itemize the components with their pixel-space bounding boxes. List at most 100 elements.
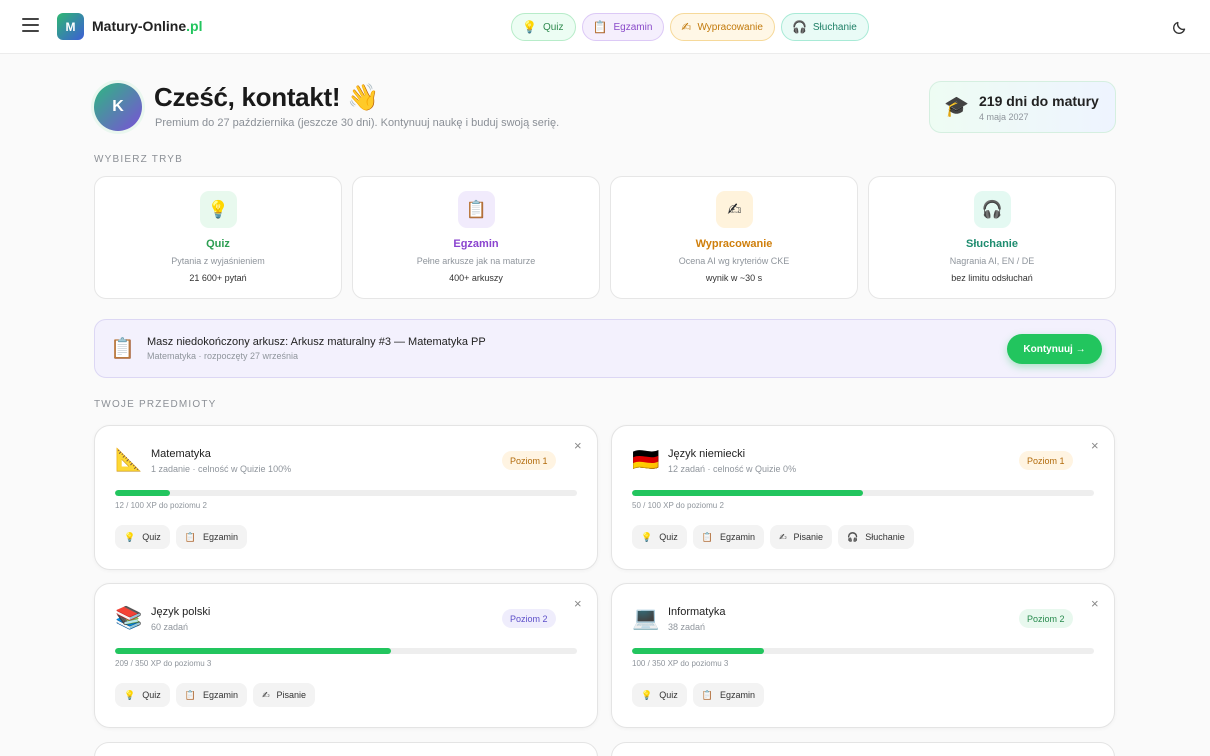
nav-wypracowanie-button[interactable]: ✍ Wypracowanie	[670, 13, 775, 41]
xp-progress-bar	[632, 648, 1094, 654]
dark-mode-moon-icon[interactable]	[1172, 19, 1188, 35]
mode-description: Ocena AI wg kryteriów CKE	[678, 256, 790, 266]
top-bar: M Matury-Online.pl 💡 Quiz 📋 Egzamin ✍ Wypra…	[0, 0, 1210, 54]
menu-icon[interactable]	[22, 18, 39, 34]
chip-label: Słuchanie	[865, 532, 905, 542]
subject-egzamin-button[interactable]: 📋 Egzamin	[175, 683, 247, 707]
subject-card-jezyk-niemiecki[interactable]: 🇩🇪 Język niemiecki 12 zadań · celność w …	[611, 425, 1115, 570]
banner-subtitle: Matematyka · rozpoczęty 27 września	[147, 351, 299, 361]
level-badge: Poziom 1	[502, 451, 556, 470]
headphones-icon: 🎧	[974, 191, 1011, 228]
premium-subtitle: Premium do 27 października (jeszcze 30 d…	[155, 117, 560, 129]
nav-egzamin-button[interactable]: 📋 Egzamin	[581, 13, 665, 41]
remove-subject-close-icon[interactable]: ×	[1091, 596, 1099, 611]
continue-button[interactable]: Kontynuuj →	[1007, 334, 1102, 364]
subject-name: Język niemiecki	[668, 448, 746, 460]
mode-card-egzamin[interactable]: 📋 Egzamin Pełne arkusze jak na maturze 4…	[352, 176, 600, 299]
xp-progress-fill	[632, 490, 863, 496]
modes-section-label: Wybierz tryb	[94, 154, 184, 165]
chip-label: Egzamin	[719, 532, 755, 542]
nav-egzamin-label: Egzamin	[613, 21, 653, 33]
xp-progress-bar	[115, 648, 577, 654]
chip-label: Egzamin	[202, 532, 238, 542]
clipboard-icon: 📋	[110, 338, 135, 360]
subject-actions: 💡 Quiz 📋 Egzamin	[115, 525, 247, 549]
subject-meta: 1 zadanie · celność w Quizie 100%	[151, 464, 292, 474]
subject-meta: 38 zadań	[668, 622, 706, 632]
mode-stat: wynik w ~30 s	[705, 273, 763, 283]
remove-subject-close-icon[interactable]: ×	[574, 438, 582, 453]
subject-quiz-button[interactable]: 💡 Quiz	[632, 683, 687, 707]
mode-title: Słuchanie	[966, 238, 1018, 250]
countdown-date: 4 maja 2027	[979, 112, 1029, 122]
subject-card-informatyka[interactable]: 💻 Informatyka 38 zadań Poziom 2 × 100 / …	[611, 583, 1115, 728]
subject-pisanie-button[interactable]: ✍ Pisanie	[252, 683, 316, 707]
subject-egzamin-button[interactable]: 📋 Egzamin	[692, 525, 764, 549]
subject-actions: 💡 Quiz 📋 Egzamin ✍ Pisanie 🎧 Słuchanie	[632, 525, 914, 549]
subject-card-partial[interactable]	[94, 742, 598, 756]
mode-stat: bez limitu odsłuchań	[951, 273, 1033, 283]
level-badge: Poziom 1	[1019, 451, 1073, 470]
graduation-cap-icon: 🎓	[944, 96, 969, 118]
chip-label: Quiz	[659, 690, 678, 700]
remove-subject-close-icon[interactable]: ×	[574, 596, 582, 611]
subject-egzamin-button[interactable]: 📋 Egzamin	[692, 683, 764, 707]
mode-card-wypracowanie[interactable]: ✍ Wypracowanie Ocena AI wg kryteriów CKE…	[610, 176, 858, 299]
chip-label: Quiz	[142, 532, 161, 542]
xp-progress-fill	[115, 490, 171, 496]
subject-actions: 💡 Quiz 📋 Egzamin ✍ Pisanie	[115, 683, 316, 707]
subject-card-matematyka[interactable]: 📐 Matematyka 1 zadanie · celność w Quizi…	[94, 425, 598, 570]
mode-description: Pełne arkusze jak na maturze	[416, 256, 536, 266]
level-badge: Poziom 2	[502, 609, 556, 628]
countdown-days: 219 dni do matury	[979, 93, 1099, 109]
xp-text: 12 / 100 XP do poziomu 2	[115, 501, 207, 510]
subjects-section-label: Twoje przedmioty	[94, 399, 217, 410]
subject-quiz-button[interactable]: 💡 Quiz	[115, 525, 170, 549]
xp-progress-fill	[632, 648, 765, 654]
chip-label: Pisanie	[276, 690, 307, 700]
mode-title: Quiz	[206, 238, 230, 250]
writing-hand-icon: ✍	[261, 689, 270, 700]
subject-card-jezyk-polski[interactable]: 📚 Język polski 60 zadań Poziom 2 × 209 /…	[94, 583, 598, 728]
xp-progress-fill	[115, 648, 391, 654]
clipboard-icon: 📋	[701, 689, 713, 700]
headphones-icon: 🎧	[847, 531, 859, 542]
mode-card-quiz[interactable]: 💡 Quiz Pytania z wyjaśnieniem 21 600+ py…	[94, 176, 342, 299]
mode-card-sluchanie[interactable]: 🎧 Słuchanie Nagrania AI, EN / DE bez lim…	[868, 176, 1116, 299]
chip-label: Egzamin	[719, 690, 755, 700]
brand-name[interactable]: Matury-Online.pl	[92, 18, 202, 34]
nav-quiz-label: Quiz	[542, 21, 564, 33]
mode-title: Egzamin	[453, 238, 499, 250]
subject-sluchanie-button[interactable]: 🎧 Słuchanie	[838, 525, 914, 549]
lightbulb-icon: 💡	[124, 689, 136, 700]
subject-egzamin-button[interactable]: 📋 Egzamin	[175, 525, 247, 549]
writing-hand-icon: ✍	[778, 531, 787, 542]
xp-text: 100 / 350 XP do poziomu 3	[632, 659, 729, 668]
writing-hand-icon: ✍	[716, 191, 753, 228]
subject-actions: 💡 Quiz 📋 Egzamin	[632, 683, 764, 707]
lightbulb-icon: 💡	[200, 191, 237, 228]
mode-stat: 21 600+ pytań	[189, 273, 247, 283]
subject-card-partial[interactable]	[611, 742, 1115, 756]
logo-badge[interactable]: M	[57, 13, 84, 40]
subject-meta: 12 zadań · celność w Quizie 0%	[668, 464, 797, 474]
writing-hand-icon: ✍	[681, 20, 692, 34]
brand-text: Matury-Online	[92, 18, 187, 34]
subject-quiz-button[interactable]: 💡 Quiz	[115, 683, 170, 707]
subject-meta: 60 zadań	[151, 622, 189, 632]
clipboard-icon: 📋	[184, 689, 196, 700]
remove-subject-close-icon[interactable]: ×	[1091, 438, 1099, 453]
subject-name: Matematyka	[151, 448, 211, 460]
clipboard-icon: 📋	[184, 531, 196, 542]
nav-sluchanie-label: Słuchanie	[812, 21, 857, 33]
avatar[interactable]: K	[94, 83, 142, 131]
nav-quiz-button[interactable]: 💡 Quiz	[511, 13, 576, 41]
xp-text: 209 / 350 XP do poziomu 3	[115, 659, 212, 668]
lightbulb-icon: 💡	[641, 689, 653, 700]
subject-pisanie-button[interactable]: ✍ Pisanie	[769, 525, 833, 549]
books-icon: 📚	[115, 605, 143, 630]
nav-sluchanie-button[interactable]: 🎧 Słuchanie	[780, 13, 869, 41]
subject-quiz-button[interactable]: 💡 Quiz	[632, 525, 687, 549]
unfinished-exam-banner: 📋 Masz niedokończony arkusz: Arkusz matu…	[94, 319, 1116, 378]
chip-label: Egzamin	[202, 690, 238, 700]
